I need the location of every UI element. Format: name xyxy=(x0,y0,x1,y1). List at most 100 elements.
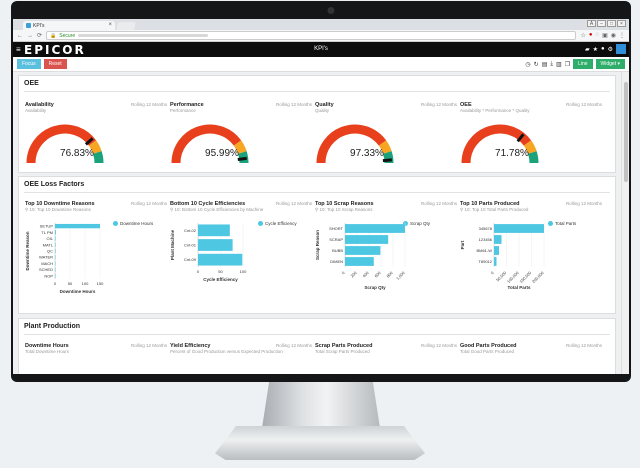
bar[interactable] xyxy=(55,242,56,247)
bar[interactable] xyxy=(345,257,374,266)
user-icon[interactable]: A xyxy=(587,20,596,27)
maximize-icon[interactable]: □ xyxy=(607,20,616,27)
rolling-label: Rolling 12 Months xyxy=(420,102,457,107)
screen: KPI's × A – □ × ← → ⟳ 🔒 Secure ☆ ● ◌ ▣ ◉ ⋮ ≡ EPICOR … xyxy=(13,19,629,374)
bar[interactable] xyxy=(55,248,56,254)
y-tick-label: SCRAP xyxy=(329,237,343,242)
y-tick-label: SHORT xyxy=(329,226,343,231)
address-bar-row: ← → ⟳ 🔒 Secure ☆ ● ◌ ▣ ◉ ⋮ xyxy=(13,30,629,42)
line-button[interactable]: Line xyxy=(573,59,593,69)
dashboard-content: OEE Availability Availability Rolling 12 M… xyxy=(13,72,621,374)
minimize-icon[interactable]: – xyxy=(597,20,606,27)
reload-icon[interactable]: ⟳ xyxy=(37,32,42,39)
y-tick-label: QC xyxy=(47,249,53,254)
refresh-icon[interactable]: ↻ xyxy=(534,61,539,68)
y-tick-label: NOP xyxy=(44,273,53,278)
page-scrollbar[interactable] xyxy=(621,72,629,374)
bar[interactable] xyxy=(198,224,230,237)
window-controls: A – □ × xyxy=(587,20,626,27)
back-icon[interactable]: ← xyxy=(17,33,23,39)
section-title: OEE Loss Factors xyxy=(24,181,85,188)
extension-icon[interactable]: ◌ xyxy=(596,32,600,39)
rolling-label: Rolling 12 Months xyxy=(420,343,457,348)
close-tab-icon[interactable]: × xyxy=(108,22,112,28)
address-bar[interactable]: 🔒 Secure xyxy=(46,31,577,40)
bar[interactable] xyxy=(55,261,56,266)
star-icon[interactable]: ☆ xyxy=(580,32,585,39)
widget-dropdown[interactable]: Widget ▾ xyxy=(595,59,625,69)
rolling-label: Rolling 12 Months xyxy=(565,102,602,107)
bar[interactable] xyxy=(55,273,56,279)
bar-chart-card: Top 10 Parts Produced ⚲ 10: Top 10 Total … xyxy=(460,201,602,311)
reset-button[interactable]: Reset xyxy=(43,59,67,69)
x-axis-label: Downtime Hours xyxy=(60,289,96,294)
x-tick-label: 1,000 xyxy=(395,270,406,281)
chat-icon[interactable]: ▰ xyxy=(585,46,590,53)
scrollbar-thumb[interactable] xyxy=(624,82,628,182)
y-tick-label: TL PM xyxy=(41,230,53,235)
bar-chart-card: Top 10 Downtime Reasons ⚲ 10: Top 10 Down… xyxy=(25,201,167,311)
bar[interactable] xyxy=(494,235,502,244)
x-tick-label: 800 xyxy=(385,270,394,279)
help-icon[interactable]: ● xyxy=(601,46,605,52)
gauge-card: Performance Performance Rolling 12 Months 0… xyxy=(170,102,312,170)
copy-icon[interactable]: ❐ xyxy=(565,61,570,68)
settings-icon[interactable]: ⚙ xyxy=(608,46,613,53)
extension-icon[interactable]: ● xyxy=(589,32,593,39)
bar[interactable] xyxy=(55,255,56,260)
new-tab-button[interactable] xyxy=(115,22,137,30)
x-axis-label: Scrap Qty xyxy=(364,285,386,290)
user-avatar[interactable] xyxy=(616,44,626,54)
x-tick-label: 50 xyxy=(68,281,73,286)
rolling-label: Rolling 12 Months xyxy=(565,343,602,348)
bar[interactable] xyxy=(494,224,544,233)
x-tick-label: 0 xyxy=(54,281,57,286)
chart-subtitle: ⚲ 10: Top 10 Scrap Reasons xyxy=(315,207,373,212)
gauge-value: 97.33% xyxy=(350,148,384,159)
header-icons: ▰ ★ ● ⚙ xyxy=(585,44,626,54)
menu-dots-icon[interactable]: ⋮ xyxy=(619,32,625,39)
forward-icon[interactable]: → xyxy=(27,33,33,39)
gauge-dial xyxy=(171,124,249,164)
favorite-icon[interactable]: ★ xyxy=(593,46,598,53)
bar[interactable] xyxy=(55,230,56,235)
bar[interactable] xyxy=(345,224,405,233)
focus-button[interactable]: Focus xyxy=(17,59,41,69)
extension-icon[interactable]: ▣ xyxy=(602,32,608,39)
y-axis-label: Part xyxy=(460,240,465,249)
oee-loss-section: OEE Loss Factors Top 10 Downtime Reasons… xyxy=(18,176,616,314)
bar-chart: 0 200 400 600 800 1,000 SHORT SCRAP BUBB DIMEN Scr… xyxy=(315,223,406,290)
bar[interactable] xyxy=(198,253,243,266)
x-tick-label: 150 xyxy=(97,281,104,286)
download-icon[interactable]: ⤓ xyxy=(550,61,553,68)
gauge-needle xyxy=(382,158,392,163)
gauge-subtitle: Availability * Performance * Quality xyxy=(460,108,530,113)
x-tick-label: 100 xyxy=(82,281,89,286)
chart-subtitle: ⚲ 10: Top 10 Total Parts Produced xyxy=(460,207,529,212)
clock-icon[interactable]: ◷ xyxy=(525,61,530,68)
delete-icon[interactable]: ▥ xyxy=(556,61,562,68)
y-tick-label: SETUP xyxy=(40,224,54,229)
bar[interactable] xyxy=(494,246,499,255)
toolbar-right: ◷ ↻ ▤ ⤓ ▥ ❐ Line Widget ▾ xyxy=(525,59,625,69)
gauge-value: 76.83% xyxy=(60,148,94,159)
card-subtitle: Total Scrap Parts Produced xyxy=(315,349,370,354)
close-window-icon[interactable]: × xyxy=(617,20,626,27)
bar[interactable] xyxy=(345,235,389,244)
y-tick-label: OIL xyxy=(47,236,54,241)
bar[interactable] xyxy=(55,236,56,241)
bar[interactable] xyxy=(198,239,233,251)
bar[interactable] xyxy=(55,267,56,272)
extension-icon[interactable]: ◉ xyxy=(611,32,616,39)
browser-tab[interactable]: KPI's × xyxy=(23,21,115,30)
bar[interactable] xyxy=(55,223,100,229)
print-icon[interactable]: ▤ xyxy=(542,61,548,68)
x-tick-label: 0 xyxy=(341,270,347,276)
bar[interactable] xyxy=(494,257,497,266)
gauge-dial xyxy=(26,124,104,164)
bar[interactable] xyxy=(345,246,381,255)
page-title: KPI's xyxy=(314,46,328,52)
y-axis-label: Plant Machine xyxy=(170,229,175,260)
x-tick-label: 400 xyxy=(361,270,370,279)
y-tick-label: DIMEN xyxy=(330,259,343,264)
